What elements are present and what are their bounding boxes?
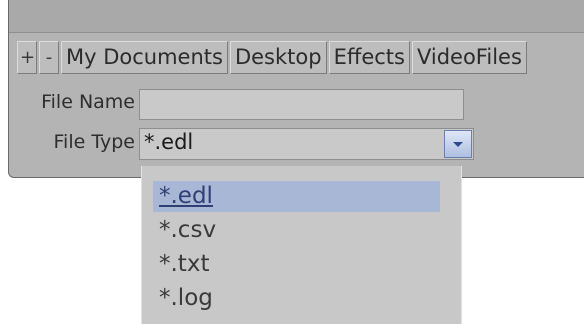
file-dialog-panel: + - My Documents Desktop Effects VideoFi…	[8, 0, 584, 178]
tab-my-documents[interactable]: My Documents	[61, 41, 228, 74]
dropdown-option-csv[interactable]: *.csv	[153, 215, 216, 246]
dropdown-option-edl[interactable]: *.edl	[153, 181, 440, 212]
dropdown-option-edl-label: *.edl	[159, 183, 213, 209]
file-type-dropdown-button[interactable]	[444, 130, 472, 158]
add-location-button[interactable]: +	[17, 41, 37, 74]
tab-desktop[interactable]: Desktop	[229, 41, 327, 74]
dropdown-option-log[interactable]: *.log	[153, 283, 213, 314]
tab-videofiles[interactable]: VideoFiles	[411, 41, 527, 74]
file-type-label: File Type	[53, 131, 135, 153]
file-name-field[interactable]	[139, 89, 464, 120]
top-strip	[9, 0, 584, 33]
dropdown-option-txt[interactable]: *.txt	[153, 249, 209, 280]
file-type-value: *.edl	[144, 130, 194, 154]
file-name-label: File Name	[41, 91, 135, 113]
file-type-select[interactable]: *.edl	[139, 128, 474, 160]
remove-location-button[interactable]: -	[39, 41, 59, 74]
location-tabbar: + - My Documents Desktop Effects VideoFi…	[17, 41, 529, 74]
chevron-down-icon	[453, 142, 463, 147]
file-type-dropdown-list: *.edl *.csv *.txt *.log	[141, 166, 462, 324]
tab-effects[interactable]: Effects	[328, 41, 410, 74]
